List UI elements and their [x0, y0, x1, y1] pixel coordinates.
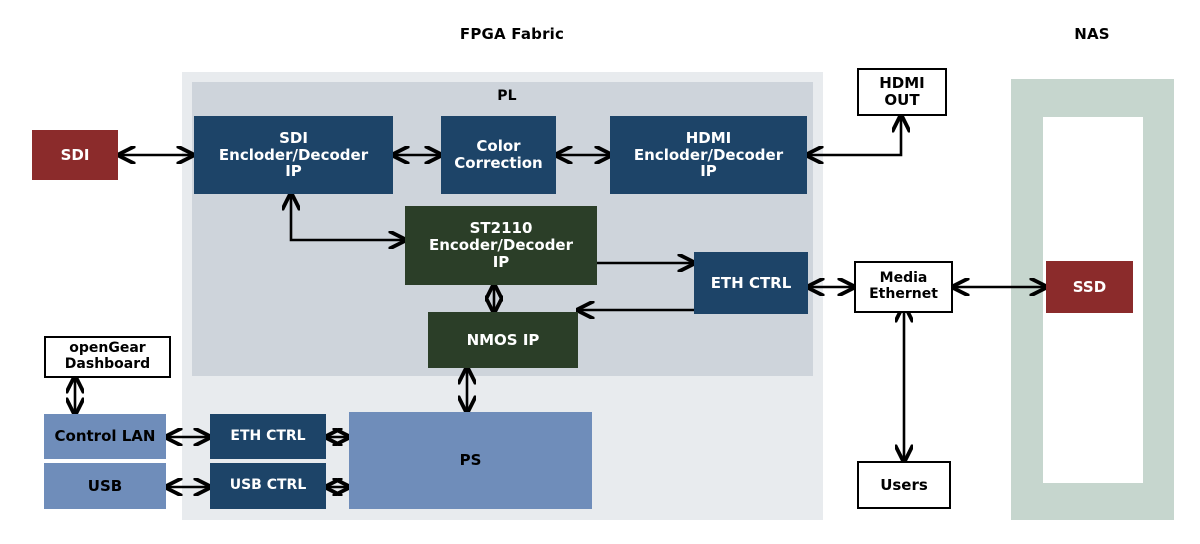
block-hdmi-out[interactable]: HDMI OUT	[857, 68, 947, 116]
block-media-ethernet[interactable]: Media Ethernet	[854, 261, 953, 313]
block-control-lan[interactable]: Control LAN	[44, 414, 166, 459]
block-usb-ctrl[interactable]: USB CTRL	[210, 463, 326, 509]
block-eth-ctrl-ps[interactable]: ETH CTRL	[210, 414, 326, 459]
block-eth-ctrl-media[interactable]: ETH CTRL	[694, 252, 808, 314]
pl-label: PL	[497, 88, 517, 104]
block-nmos-ip[interactable]: NMOS IP	[428, 312, 578, 368]
block-usb[interactable]: USB	[44, 463, 166, 509]
block-color-correction[interactable]: Color Correction	[441, 116, 556, 194]
block-users[interactable]: Users	[857, 461, 951, 509]
nas-title: NAS	[1074, 25, 1110, 43]
block-opengear-dashboard[interactable]: openGear Dashboard	[44, 336, 171, 378]
block-sdi-encoder-decoder-ip[interactable]: SDI Encloder/Decoder IP	[194, 116, 393, 194]
block-hdmi-encoder-decoder-ip[interactable]: HDMI Encloder/Decoder IP	[610, 116, 807, 194]
block-ssd[interactable]: SSD	[1046, 261, 1133, 313]
diagram-canvas: FPGA Fabric NAS PL SDI SDI Encloder/Deco…	[0, 0, 1200, 544]
fpga-fabric-title: FPGA Fabric	[459, 25, 565, 43]
block-sdi-external[interactable]: SDI	[32, 130, 118, 180]
block-st2110-encoder-decoder-ip[interactable]: ST2110 Encoder/Decoder IP	[405, 206, 597, 285]
block-ps[interactable]: PS	[349, 412, 592, 509]
